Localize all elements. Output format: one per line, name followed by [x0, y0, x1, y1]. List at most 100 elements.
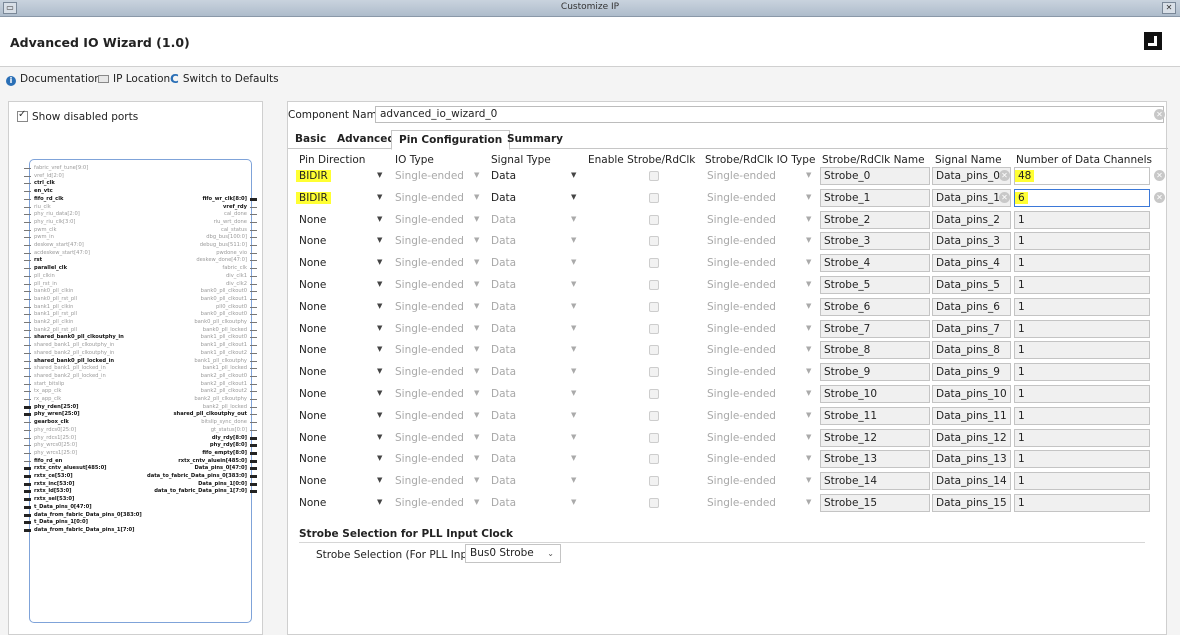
- signal-type-dropdown[interactable]: Data: [491, 363, 571, 381]
- strobe-io-type-dropdown[interactable]: Single-ended: [707, 276, 797, 294]
- signal-type-dropdown[interactable]: Data: [491, 472, 571, 490]
- signal-name-field[interactable]: Data_pins_3: [932, 232, 1011, 251]
- io-type-dropdown[interactable]: Single-ended: [395, 472, 485, 490]
- strobe-io-type-dropdown[interactable]: Single-ended: [707, 450, 797, 468]
- signal-name-field[interactable]: Data_pins_14: [932, 472, 1011, 491]
- tab-basic[interactable]: Basic: [288, 130, 333, 149]
- enable-strobe-checkbox[interactable]: [649, 498, 659, 508]
- data-channels-input[interactable]: 1: [1014, 406, 1150, 425]
- clear-signal-name-icon[interactable]: ✕: [999, 191, 1010, 203]
- signal-type-dropdown[interactable]: Data: [491, 298, 571, 316]
- data-channels-input[interactable]: 1: [1014, 319, 1150, 338]
- data-channels-input[interactable]: 1: [1014, 276, 1150, 294]
- signal-type-dropdown[interactable]: Data: [491, 341, 571, 359]
- enable-strobe-checkbox[interactable]: [649, 476, 659, 487]
- signal-type-dropdown[interactable]: Data: [491, 189, 571, 207]
- data-channels-input[interactable]: 1: [1014, 341, 1150, 360]
- signal-type-dropdown[interactable]: Data: [491, 450, 571, 468]
- signal-name-field[interactable]: Data_pins_15: [932, 494, 1011, 512]
- enable-strobe-checkbox[interactable]: [649, 301, 659, 312]
- enable-strobe-checkbox[interactable]: [649, 214, 659, 225]
- documentation-link[interactable]: i Documentation: [6, 73, 101, 86]
- signal-type-dropdown[interactable]: Data: [491, 320, 571, 338]
- signal-type-dropdown[interactable]: Data: [491, 407, 571, 425]
- data-channels-input[interactable]: 1: [1014, 254, 1150, 273]
- io-type-dropdown[interactable]: Single-ended: [395, 320, 485, 338]
- strobe-io-type-dropdown[interactable]: Single-ended: [707, 407, 797, 425]
- io-type-dropdown[interactable]: Single-ended: [395, 385, 485, 403]
- enable-strobe-checkbox[interactable]: [649, 323, 659, 334]
- enable-strobe-checkbox[interactable]: [649, 432, 659, 443]
- io-type-dropdown[interactable]: Single-ended: [395, 494, 485, 512]
- data-channels-input[interactable]: 1: [1014, 385, 1150, 403]
- show-disabled-ports-toggle[interactable]: Show disabled ports: [17, 109, 138, 123]
- signal-type-dropdown[interactable]: Data: [491, 429, 571, 447]
- enable-strobe-checkbox[interactable]: [649, 236, 659, 247]
- strobe-io-type-dropdown[interactable]: Single-ended: [707, 363, 797, 381]
- signal-type-dropdown[interactable]: Data: [491, 494, 571, 512]
- data-channels-input[interactable]: 1: [1014, 363, 1150, 382]
- enable-strobe-checkbox[interactable]: [649, 345, 659, 356]
- signal-name-field[interactable]: Data_pins_10: [932, 385, 1011, 403]
- signal-name-field[interactable]: Data_pins_8: [932, 341, 1011, 360]
- io-type-dropdown[interactable]: Single-ended: [395, 254, 485, 272]
- window-close-button[interactable]: ✕: [1162, 2, 1176, 14]
- signal-type-dropdown[interactable]: Data: [491, 232, 571, 250]
- strobe-io-type-dropdown[interactable]: Single-ended: [707, 211, 797, 229]
- data-channels-input[interactable]: 48: [1014, 167, 1150, 185]
- strobe-io-type-dropdown[interactable]: Single-ended: [707, 167, 797, 185]
- strobe-selection-dropdown[interactable]: Bus0 Strobe ⌄: [465, 544, 561, 563]
- strobe-io-type-dropdown[interactable]: Single-ended: [707, 494, 797, 512]
- signal-name-field[interactable]: Data_pins_2: [932, 210, 1011, 229]
- io-type-dropdown[interactable]: Single-ended: [395, 211, 485, 229]
- enable-strobe-checkbox[interactable]: [649, 389, 659, 399]
- signal-type-dropdown[interactable]: Data: [491, 385, 571, 403]
- data-channels-input[interactable]: 1: [1014, 428, 1150, 447]
- enable-strobe-checkbox[interactable]: [649, 280, 659, 290]
- io-type-dropdown[interactable]: Single-ended: [395, 276, 485, 294]
- strobe-io-type-dropdown[interactable]: Single-ended: [707, 298, 797, 316]
- io-type-dropdown[interactable]: Single-ended: [395, 189, 485, 207]
- io-type-dropdown[interactable]: Single-ended: [395, 341, 485, 359]
- signal-name-field[interactable]: Data_pins_9: [932, 363, 1011, 382]
- signal-name-field[interactable]: Data_pins_7: [932, 319, 1011, 338]
- io-type-dropdown[interactable]: Single-ended: [395, 363, 485, 381]
- signal-type-dropdown[interactable]: Data: [491, 211, 571, 229]
- enable-strobe-checkbox[interactable]: [649, 410, 659, 421]
- strobe-io-type-dropdown[interactable]: Single-ended: [707, 472, 797, 490]
- data-channels-input[interactable]: 1: [1014, 472, 1150, 491]
- data-channels-input[interactable]: 1: [1014, 297, 1150, 316]
- io-type-dropdown[interactable]: Single-ended: [395, 429, 485, 447]
- enable-strobe-checkbox[interactable]: [649, 367, 659, 378]
- data-channels-input[interactable]: 1: [1014, 232, 1150, 251]
- component-name-input[interactable]: advanced_io_wizard_0: [375, 106, 1164, 123]
- signal-type-dropdown[interactable]: Data: [491, 254, 571, 272]
- switch-defaults-link[interactable]: C Switch to Defaults: [170, 73, 279, 85]
- data-channels-input[interactable]: 1: [1014, 450, 1150, 469]
- tab-pin-configuration[interactable]: Pin Configuration: [391, 130, 511, 150]
- enable-strobe-checkbox[interactable]: [649, 192, 659, 203]
- strobe-io-type-dropdown[interactable]: Single-ended: [707, 429, 797, 447]
- io-type-dropdown[interactable]: Single-ended: [395, 232, 485, 250]
- clear-component-name-icon[interactable]: ✕: [1154, 109, 1165, 120]
- clear-channels-icon[interactable]: ✕: [1154, 170, 1165, 181]
- enable-strobe-checkbox[interactable]: [649, 258, 659, 269]
- strobe-io-type-dropdown[interactable]: Single-ended: [707, 385, 797, 403]
- data-channels-input[interactable]: 1: [1014, 210, 1150, 229]
- io-type-dropdown[interactable]: Single-ended: [395, 407, 485, 425]
- data-channels-input[interactable]: 6: [1014, 188, 1150, 207]
- io-type-dropdown[interactable]: Single-ended: [395, 298, 485, 316]
- clear-signal-name-icon[interactable]: ✕: [999, 170, 1010, 181]
- clear-channels-icon[interactable]: ✕: [1154, 191, 1165, 203]
- signal-name-field[interactable]: Data_pins_11: [932, 406, 1011, 425]
- strobe-io-type-dropdown[interactable]: Single-ended: [707, 254, 797, 272]
- ip-location-link[interactable]: IP Location: [98, 73, 170, 85]
- signal-type-dropdown[interactable]: Data: [491, 167, 571, 185]
- signal-name-field[interactable]: Data_pins_4: [932, 254, 1011, 273]
- strobe-io-type-dropdown[interactable]: Single-ended: [707, 320, 797, 338]
- enable-strobe-checkbox[interactable]: [649, 171, 659, 181]
- signal-type-dropdown[interactable]: Data: [491, 276, 571, 294]
- signal-name-field[interactable]: Data_pins_6: [932, 297, 1011, 316]
- signal-name-field[interactable]: Data_pins_5: [932, 276, 1011, 294]
- data-channels-input[interactable]: 1: [1014, 494, 1150, 512]
